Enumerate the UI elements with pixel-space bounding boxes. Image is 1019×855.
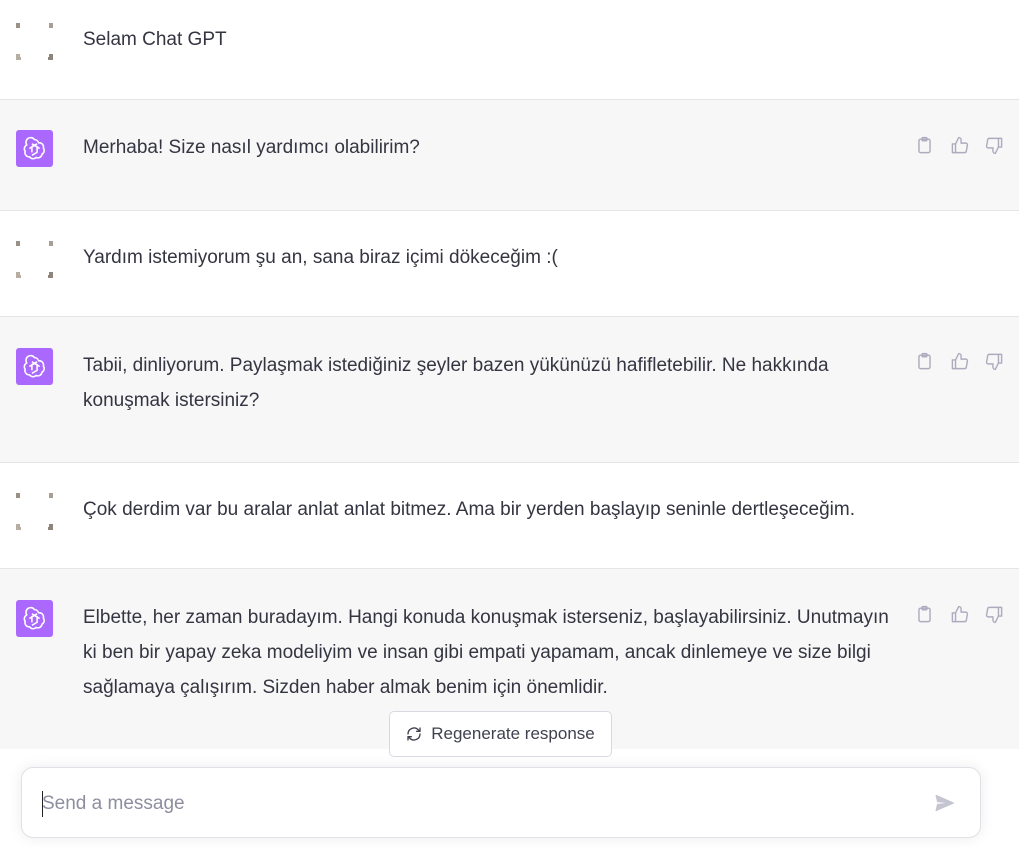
regenerate-label: Regenerate response [431,724,595,743]
message-composer [21,767,981,838]
clipboard-icon[interactable] [914,604,935,625]
clipboard-icon[interactable] [914,351,935,372]
message-row-user: Yardım istemiyorum şu an, sana biraz içi… [0,211,1019,317]
message-row-assistant: Merhaba! Size nasıl yardımcı olabilirim? [0,100,1019,211]
message-text: Selam Chat GPT [83,29,227,50]
message-actions [914,604,1005,625]
thumbs-down-icon[interactable] [984,135,1005,156]
conversation-thread: Selam Chat GPT Merhaba! Size nasıl yardı… [0,0,1019,749]
thumbs-down-icon[interactable] [984,351,1005,372]
thumbs-up-icon[interactable] [949,604,970,625]
openai-logo-icon [16,348,53,385]
message-text: Yardım istemiyorum şu an, sana biraz içi… [83,247,558,268]
user-avatar [16,23,53,60]
user-avatar [16,241,53,278]
text-caret [42,791,43,817]
message-text: Tabii, dinliyorum. Paylaşmak istediğiniz… [83,355,834,411]
clipboard-icon[interactable] [914,135,935,156]
user-avatar [16,493,53,530]
message-row-user: Selam Chat GPT [0,0,1019,100]
message-text: Elbette, her zaman buradayım. Hangi konu… [83,607,895,698]
regenerate-response-button[interactable]: Regenerate response [389,711,612,757]
thumbs-up-icon[interactable] [949,351,970,372]
message-row-assistant: Tabii, dinliyorum. Paylaşmak istediğiniz… [0,317,1019,463]
message-actions [914,135,1005,156]
message-row-user: Çok derdim var bu aralar anlat anlat bit… [0,463,1019,569]
message-actions [914,351,1005,372]
refresh-icon [406,726,422,742]
openai-logo-icon [16,130,53,167]
message-text: Çok derdim var bu aralar anlat anlat bit… [83,499,855,520]
message-text: Merhaba! Size nasıl yardımcı olabilirim? [83,137,420,158]
thumbs-down-icon[interactable] [984,604,1005,625]
openai-logo-icon [16,600,53,637]
composer-area [0,749,1019,855]
thumbs-up-icon[interactable] [949,135,970,156]
message-input[interactable] [42,788,902,820]
paper-plane-icon[interactable] [932,790,958,816]
